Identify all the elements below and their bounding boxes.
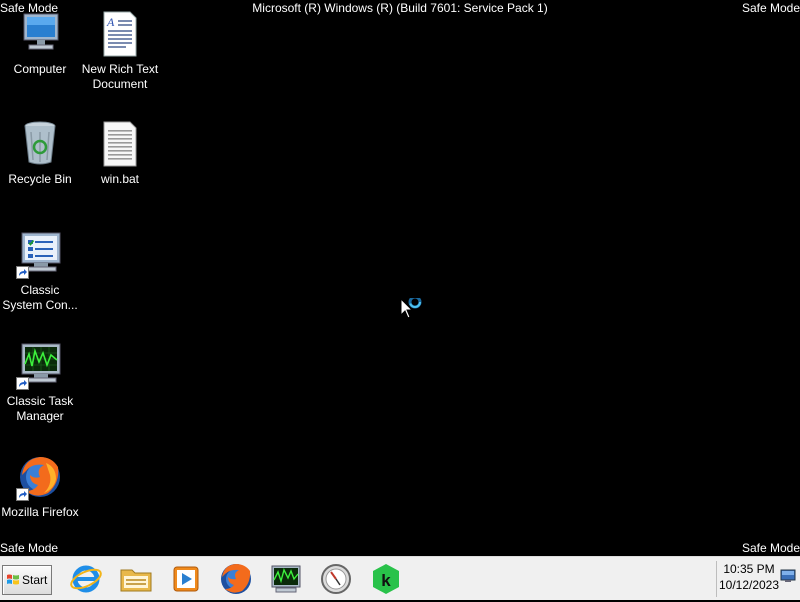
computer-icon xyxy=(16,10,64,58)
taskbar-clock[interactable]: 10:35 PM 10/12/2023 xyxy=(716,561,781,597)
taskbar-app-firefox[interactable] xyxy=(218,561,254,597)
task-manager-icon xyxy=(16,342,64,390)
desktop-icon-label: Mozilla Firefox xyxy=(1,505,79,519)
windows-logo-icon xyxy=(7,574,19,585)
taskbar-app-kaspersky[interactable]: k xyxy=(368,561,404,597)
shortcut-arrow-icon xyxy=(16,266,29,279)
recycle-bin-icon xyxy=(16,120,64,168)
desktop-icon-label: Classic System Con... xyxy=(2,283,78,312)
taskbar-app-media-player[interactable] xyxy=(168,561,204,597)
taskbar-app-task-manager[interactable] xyxy=(268,561,304,597)
clock-app-icon xyxy=(321,564,351,594)
busy-cursor-icon xyxy=(400,295,426,322)
safe-mode-label-bottom-right: Safe Mode xyxy=(741,541,800,555)
batch-file-icon xyxy=(96,120,144,168)
desktop-icon-classic-system-config[interactable]: Classic System Con... xyxy=(0,231,80,313)
svg-text:k: k xyxy=(381,571,391,590)
desktop-icon-classic-task-manager[interactable]: Classic Task Manager xyxy=(0,342,80,424)
folder-icon xyxy=(120,569,152,592)
internet-explorer-icon xyxy=(70,565,102,593)
desktop-icon-computer[interactable]: Computer xyxy=(0,10,80,77)
taskbar-app-clock[interactable] xyxy=(318,561,354,597)
safe-mode-label-top-right: Safe Mode xyxy=(741,1,800,15)
desktop-icon-mozilla-firefox[interactable]: Mozilla Firefox xyxy=(0,453,80,520)
clock-time: 10:35 PM xyxy=(723,562,775,576)
firefox-icon xyxy=(221,564,251,594)
shortcut-arrow-icon xyxy=(16,377,29,390)
kaspersky-icon: k xyxy=(373,564,399,594)
desktop[interactable]: Safe Mode Microsoft (R) Windows (R) (Bui… xyxy=(0,0,800,556)
task-manager-icon xyxy=(271,565,301,593)
taskbar-app-internet-explorer[interactable] xyxy=(68,561,104,597)
svg-text:A: A xyxy=(106,15,115,29)
rich-text-document-icon: A xyxy=(96,10,144,58)
taskbar: Start k 10:35 PM 10/12/2023 xyxy=(0,556,800,600)
desktop-icon-win-bat[interactable]: win.bat xyxy=(80,120,160,187)
system-config-icon xyxy=(16,231,64,279)
clock-date: 10/12/2023 xyxy=(718,578,780,592)
start-button-label: Start xyxy=(22,573,48,587)
start-button[interactable]: Start xyxy=(2,565,52,595)
firefox-icon xyxy=(16,453,64,501)
desktop-icon-rich-text-document[interactable]: A New Rich Text Document xyxy=(80,10,160,92)
desktop-icon-recycle-bin[interactable]: Recycle Bin xyxy=(0,120,80,187)
shortcut-arrow-icon xyxy=(16,488,29,501)
desktop-icon-label: win.bat xyxy=(100,172,140,186)
safe-mode-label-bottom-left: Safe Mode xyxy=(0,541,59,555)
desktop-icon-label: Recycle Bin xyxy=(8,172,72,186)
desktop-icon-label: Computer xyxy=(13,62,67,76)
taskbar-app-windows-explorer[interactable] xyxy=(118,561,154,597)
desktop-icon-label: Classic Task Manager xyxy=(6,394,74,423)
show-desktop-icon[interactable] xyxy=(780,569,796,583)
media-player-icon xyxy=(173,566,199,592)
desktop-icon-label: New Rich Text Document xyxy=(81,62,159,91)
